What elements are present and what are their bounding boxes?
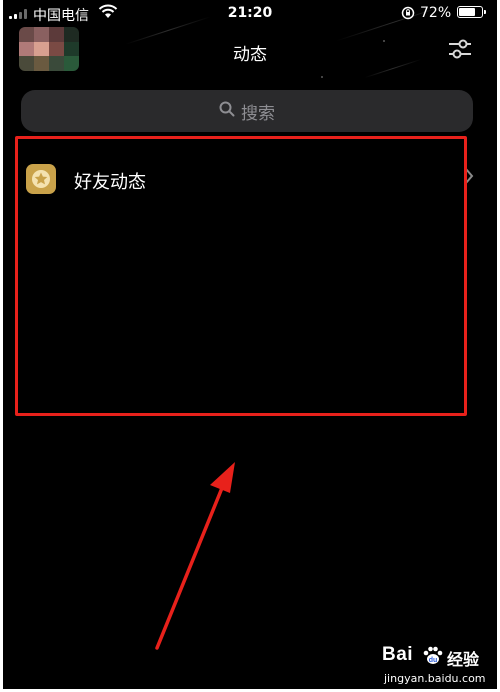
- baidu-watermark: Bai du 经验 jingyan.baidu.com: [382, 642, 497, 690]
- annotation-arrow: [155, 462, 235, 650]
- svg-text:du: du: [429, 657, 438, 664]
- watermark-url: jingyan.baidu.com: [384, 672, 486, 685]
- paw-icon: du: [422, 645, 444, 665]
- watermark-brand: Bai: [382, 644, 414, 665]
- watermark-brand-suffix: 经验: [447, 650, 480, 669]
